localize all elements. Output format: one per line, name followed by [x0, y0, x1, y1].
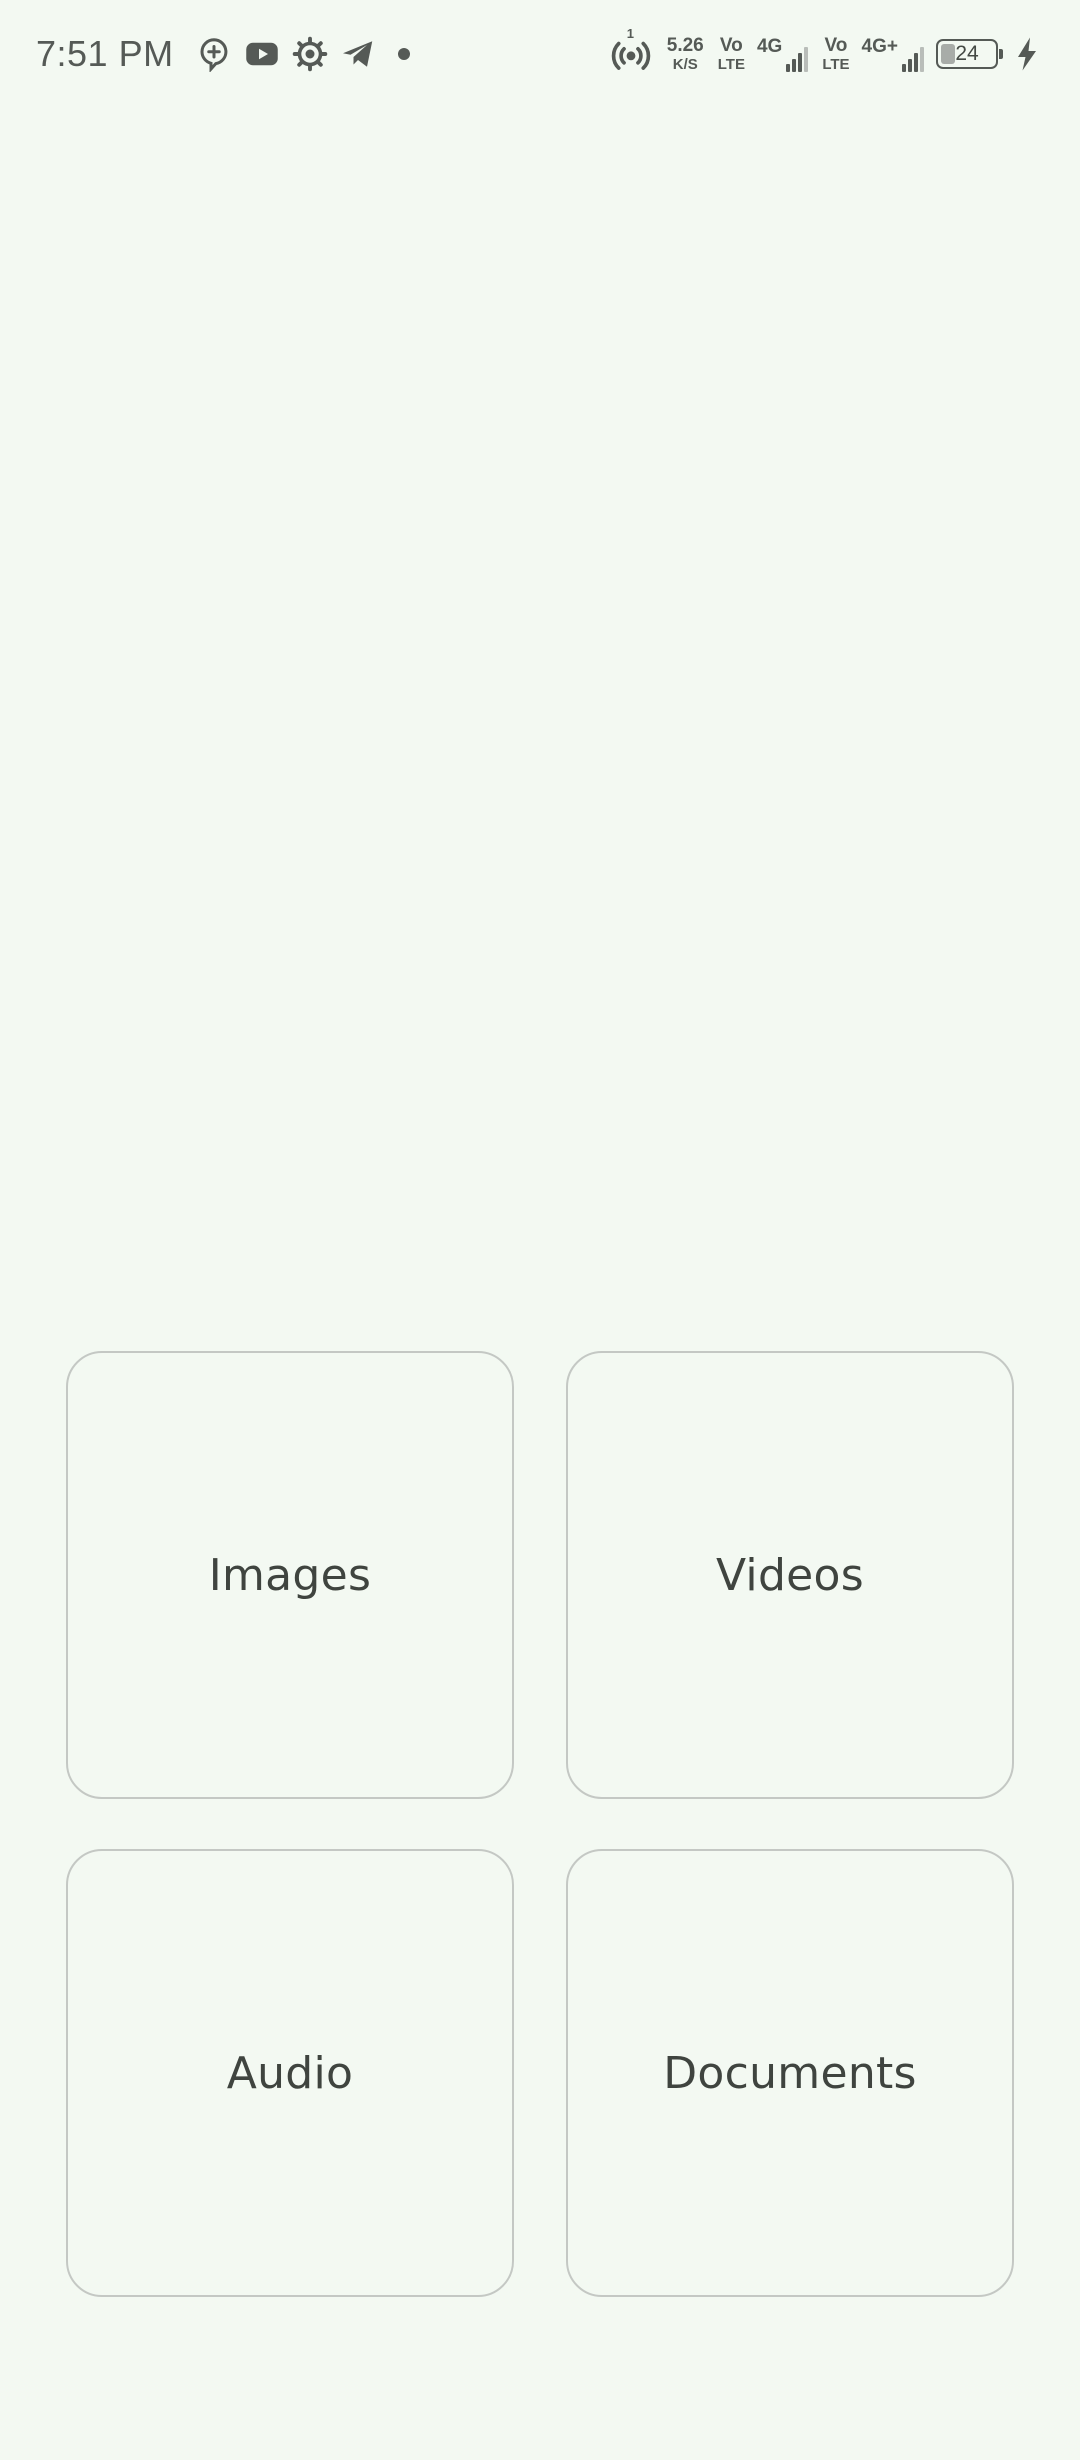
more-notifications-dot-icon	[397, 48, 410, 60]
status-bar-left: 7:51 PM	[36, 33, 410, 75]
signal-bars-2-icon	[900, 42, 924, 72]
app-root: 7:51 PM 1 5.26 K/S Vo LTE 4G Vo LTE 4G+ …	[0, 0, 1080, 2460]
settings-gear-icon	[292, 36, 328, 72]
youtube-icon	[244, 36, 280, 72]
network-1-label: 4G	[756, 36, 783, 57]
status-bar-right: 1 5.26 K/S Vo LTE 4G Vo LTE 4G+ 24	[595, 26, 1042, 76]
chat-bubble-plus-icon	[196, 36, 232, 72]
signal-indicator-1: 4G	[756, 36, 809, 72]
volte-2-top: Vo	[824, 35, 848, 56]
category-audio-tile[interactable]: Audio	[66, 1849, 514, 2297]
charging-bolt-icon	[1012, 36, 1042, 72]
category-videos-label: Videos	[715, 1549, 864, 1601]
category-documents-label: Documents	[663, 2047, 917, 2099]
status-bar: 7:51 PM 1 5.26 K/S Vo LTE 4G Vo LTE 4G+ …	[0, 0, 1080, 108]
signal-indicator-2: 4G+	[862, 36, 924, 72]
network-2-label: 4G+	[861, 36, 898, 57]
volte-1-top: Vo	[719, 35, 743, 56]
category-grid: Images Videos Audio Documents	[66, 1351, 1014, 2297]
volte-indicator-1: Vo LTE	[718, 36, 745, 72]
category-documents-tile[interactable]: Documents	[566, 1849, 1014, 2297]
signal-bars-1-icon	[784, 42, 809, 72]
net-speed-value: 5.26	[666, 35, 704, 56]
telegram-icon	[340, 36, 376, 72]
category-images-label: Images	[208, 1549, 372, 1601]
volte-2-bottom: LTE	[822, 56, 850, 73]
hotspot-icon: 1	[609, 26, 653, 76]
hotspot-badge: 1	[626, 26, 634, 41]
net-speed-indicator: 5.26 K/S	[667, 36, 704, 72]
battery-level: 24	[955, 42, 979, 65]
volte-1-bottom: LTE	[717, 56, 745, 73]
category-audio-label: Audio	[226, 2047, 354, 2099]
battery-icon: 24	[936, 39, 1003, 69]
volte-indicator-2: Vo LTE	[822, 36, 849, 72]
net-speed-unit: K/S	[672, 56, 698, 73]
status-time: 7:51 PM	[36, 33, 174, 74]
category-images-tile[interactable]: Images	[66, 1351, 514, 1799]
battery-fill	[941, 44, 955, 64]
category-videos-tile[interactable]: Videos	[566, 1351, 1014, 1799]
